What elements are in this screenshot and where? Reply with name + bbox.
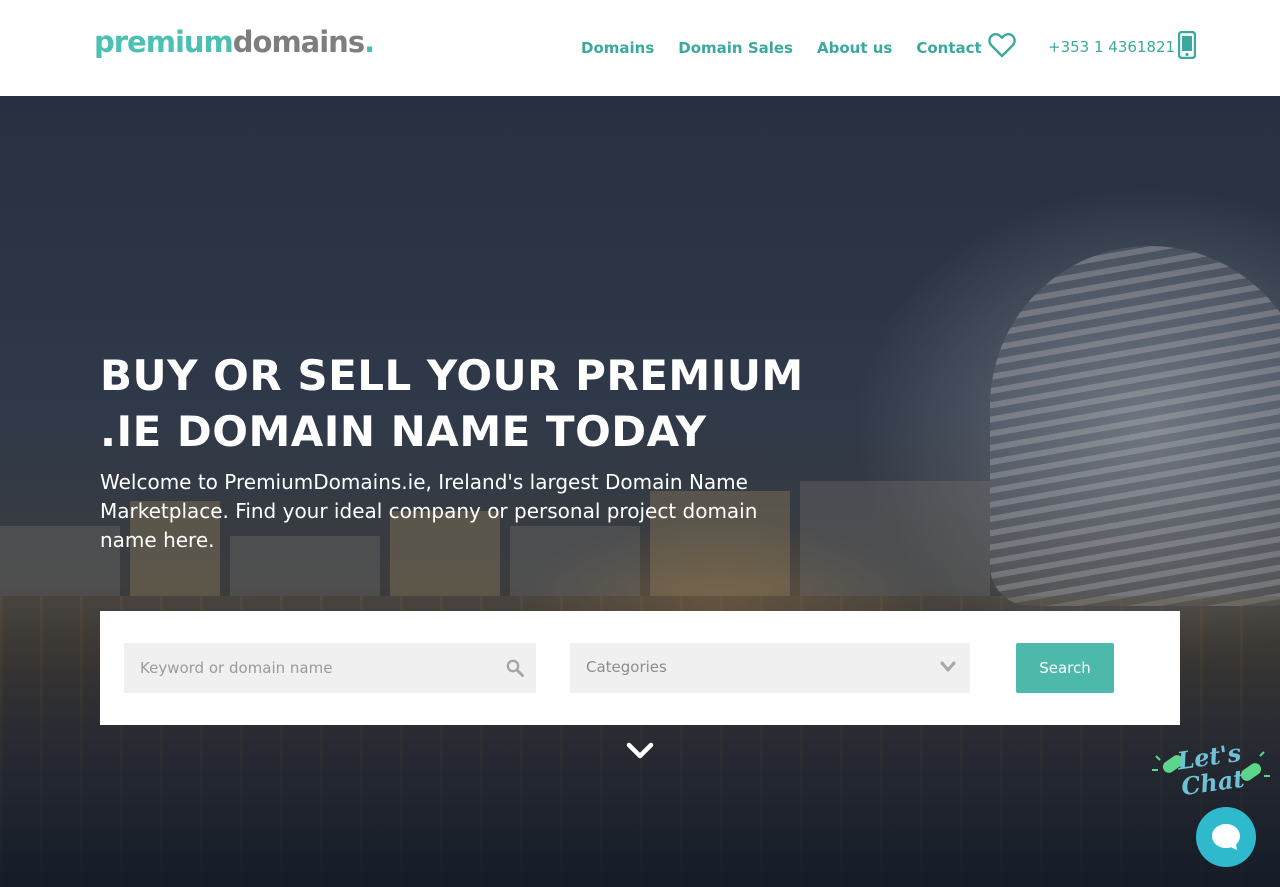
search-button[interactable]: Search: [1016, 643, 1114, 693]
logo-premium: premium: [94, 25, 234, 59]
logo-domains: domains: [232, 25, 365, 59]
site-logo[interactable]: premiumdomains.: [94, 24, 375, 60]
main-nav: Domains Domain Sales About us Contact: [581, 37, 1006, 59]
search-icon[interactable]: [506, 659, 524, 677]
phone-number[interactable]: +353 1 4361821: [1048, 38, 1175, 56]
nav-about-us[interactable]: About us: [817, 39, 892, 57]
lets-chat-badge[interactable]: Let's Chat: [1148, 737, 1272, 808]
heart-icon[interactable]: [988, 32, 1016, 58]
lets-chat-text: Let's Chat: [1175, 737, 1247, 802]
nav-domains[interactable]: Domains: [581, 39, 654, 57]
site-header: premiumdomains. Domains Domain Sales Abo…: [0, 0, 1280, 96]
nav-contact[interactable]: Contact: [916, 39, 981, 57]
chevron-down-icon: [940, 661, 956, 672]
chat-launcher-button[interactable]: [1196, 807, 1256, 867]
chat-bubble-icon: [1212, 824, 1240, 850]
hero-title: BUY OR SELL YOUR PREMIUM .IE DOMAIN NAME…: [100, 351, 804, 456]
categories-dropdown[interactable]: Categories: [570, 643, 970, 693]
categories-selected-value: Categories: [586, 658, 667, 676]
hero-subtitle: Welcome to PremiumDomains.ie, Ireland's …: [100, 470, 758, 552]
domain-search-panel: Categories Search: [100, 611, 1180, 725]
hero-section: BUY OR SELL YOUR PREMIUM .IE DOMAIN NAME…: [0, 96, 1280, 887]
logo-dot: .: [364, 25, 375, 59]
nav-domain-sales[interactable]: Domain Sales: [678, 39, 793, 57]
scroll-down-chevron-icon[interactable]: [625, 741, 655, 761]
mobile-phone-icon[interactable]: [1178, 31, 1196, 59]
keyword-search-input[interactable]: [124, 643, 536, 693]
